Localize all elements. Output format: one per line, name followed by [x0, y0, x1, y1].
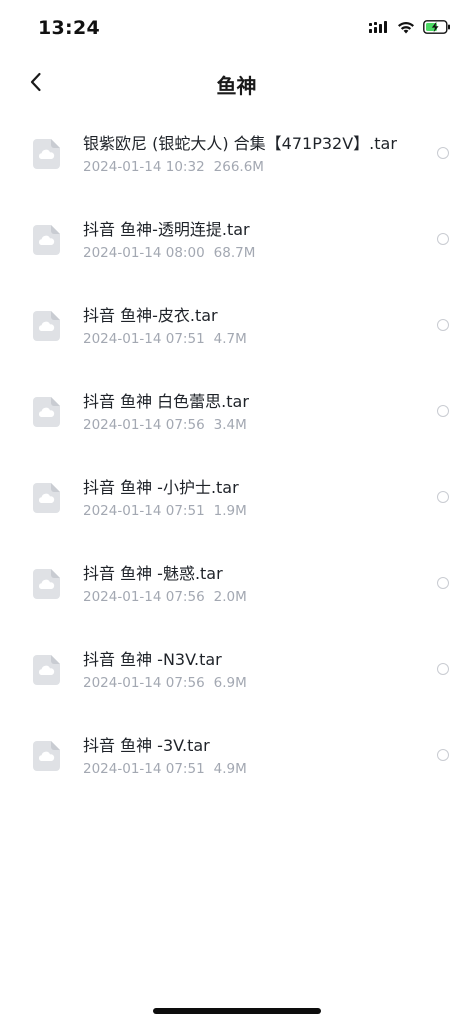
file-meta: 2024-01-14 10:32 266.6M	[83, 159, 264, 175]
file-date: 2024-01-14 07:56	[83, 675, 205, 691]
file-date: 2024-01-14 08:00	[83, 245, 205, 261]
cloud-file-icon	[33, 311, 60, 341]
cloud-file-icon	[33, 569, 60, 599]
file-meta: 2024-01-14 07:56 3.4M	[83, 417, 247, 433]
file-date: 2024-01-14 07:56	[83, 589, 205, 605]
file-date: 2024-01-14 07:51	[83, 503, 205, 519]
file-size: 4.7M	[213, 331, 247, 347]
file-row[interactable]: 抖音 鱼神 -N3V.tar 2024-01-14 07:56 6.9M	[0, 628, 473, 714]
file-name: 银紫欧尼 (银蛇大人) 合集【471P32V】.tar	[83, 134, 397, 153]
cloud-file-icon	[33, 397, 60, 427]
select-radio[interactable]	[437, 319, 449, 331]
file-size: 3.4M	[213, 417, 247, 433]
nav-bar: 鱼神	[0, 56, 473, 112]
cloud-file-icon	[33, 655, 60, 685]
select-radio[interactable]	[437, 749, 449, 761]
file-size: 4.9M	[213, 761, 247, 777]
file-name: 抖音 鱼神 -3V.tar	[83, 736, 210, 755]
file-row[interactable]: 抖音 鱼神 -小护士.tar 2024-01-14 07:51 1.9M	[0, 456, 473, 542]
file-row[interactable]: 银紫欧尼 (银蛇大人) 合集【471P32V】.tar 2024-01-14 10…	[0, 112, 473, 198]
file-size: 68.7M	[213, 245, 256, 261]
select-radio[interactable]	[437, 491, 449, 503]
file-row[interactable]: 抖音 鱼神 -魅惑.tar 2024-01-14 07:56 2.0M	[0, 542, 473, 628]
file-row[interactable]: 抖音 鱼神 -3V.tar 2024-01-14 07:51 4.9M	[0, 714, 473, 800]
battery-charging-icon	[423, 20, 451, 34]
file-meta: 2024-01-14 08:00 68.7M	[83, 245, 255, 261]
file-date: 2024-01-14 10:32	[83, 159, 205, 175]
cloud-file-icon	[33, 139, 60, 169]
file-meta: 2024-01-14 07:51 1.9M	[83, 503, 247, 519]
file-size: 2.0M	[213, 589, 247, 605]
file-name: 抖音 鱼神-皮衣.tar	[83, 306, 218, 325]
file-size: 6.9M	[213, 675, 247, 691]
status-time: 13:24	[38, 17, 100, 39]
file-meta: 2024-01-14 07:51 4.9M	[83, 761, 247, 777]
file-name: 抖音 鱼神 -小护士.tar	[83, 478, 239, 497]
file-date: 2024-01-14 07:51	[83, 331, 205, 347]
file-name: 抖音 鱼神-透明连提.tar	[83, 220, 250, 239]
file-list: 银紫欧尼 (银蛇大人) 合集【471P32V】.tar 2024-01-14 10…	[0, 112, 473, 800]
file-row[interactable]: 抖音 鱼神 白色蕾思.tar 2024-01-14 07:56 3.4M	[0, 370, 473, 456]
file-name: 抖音 鱼神 -魅惑.tar	[83, 564, 223, 583]
cellular-signal-icon	[369, 20, 389, 34]
file-name: 抖音 鱼神 -N3V.tar	[83, 650, 222, 669]
select-radio[interactable]	[437, 405, 449, 417]
file-size: 1.9M	[213, 503, 247, 519]
select-radio[interactable]	[437, 577, 449, 589]
cloud-file-icon	[33, 741, 60, 771]
page-title: 鱼神	[216, 74, 257, 98]
select-radio[interactable]	[437, 233, 449, 245]
wifi-icon	[397, 21, 415, 34]
cloud-file-icon	[33, 483, 60, 513]
file-name: 抖音 鱼神 白色蕾思.tar	[83, 392, 249, 411]
cloud-file-icon	[33, 225, 60, 255]
file-date: 2024-01-14 07:51	[83, 761, 205, 777]
file-row[interactable]: 抖音 鱼神-透明连提.tar 2024-01-14 08:00 68.7M	[0, 198, 473, 284]
status-icons	[369, 20, 451, 34]
file-meta: 2024-01-14 07:56 6.9M	[83, 675, 247, 691]
status-bar: 13:24	[0, 0, 473, 54]
file-meta: 2024-01-14 07:56 2.0M	[83, 589, 247, 605]
file-size: 266.6M	[213, 159, 264, 175]
file-row[interactable]: 抖音 鱼神-皮衣.tar 2024-01-14 07:51 4.7M	[0, 284, 473, 370]
select-radio[interactable]	[437, 663, 449, 675]
home-indicator[interactable]	[153, 1008, 321, 1014]
file-date: 2024-01-14 07:56	[83, 417, 205, 433]
file-meta: 2024-01-14 07:51 4.7M	[83, 331, 247, 347]
select-radio[interactable]	[437, 147, 449, 159]
